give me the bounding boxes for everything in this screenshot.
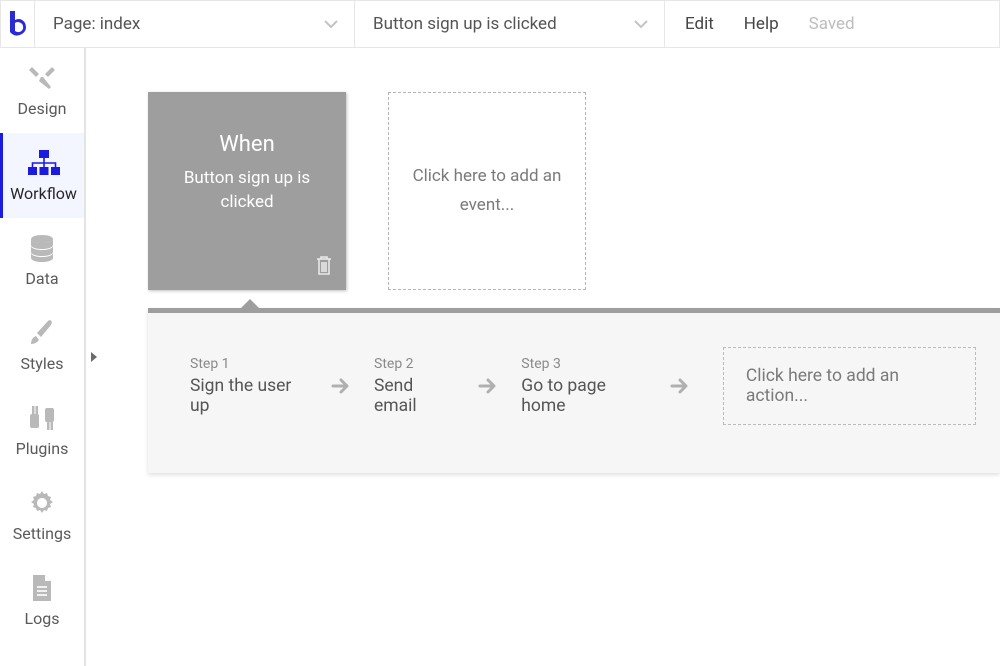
saved-status: Saved xyxy=(809,14,855,34)
workflow-canvas: When Button sign up is clicked Click her… xyxy=(102,48,1000,666)
sidebar-item-styles[interactable]: Styles xyxy=(0,303,84,388)
add-event-label: Click here to add an event... xyxy=(411,162,563,220)
sidebar-item-workflow[interactable]: Workflow xyxy=(0,133,84,218)
add-action-card[interactable]: Click here to add an action... xyxy=(723,347,976,425)
sidebar-item-label: Styles xyxy=(21,354,64,373)
event-card[interactable]: When Button sign up is clicked xyxy=(148,92,346,290)
sidebar-item-label: Data xyxy=(25,269,58,288)
sidebar-item-label: Settings xyxy=(13,524,71,543)
brush-icon xyxy=(28,318,56,348)
top-actions: Edit Help Saved xyxy=(665,1,855,47)
top-bar: Page: index Button sign up is clicked Ed… xyxy=(0,0,1000,48)
chevron-down-icon xyxy=(324,19,338,29)
page-selector-label: Page: index xyxy=(53,14,140,34)
arrow-right-icon xyxy=(669,375,691,397)
action-step[interactable]: Step 1 Sign the user up xyxy=(190,356,308,416)
events-row: When Button sign up is clicked Click her… xyxy=(148,92,1000,290)
step-title: Sign the user up xyxy=(190,376,308,416)
sidebar-item-design[interactable]: Design xyxy=(0,48,84,133)
add-event-card[interactable]: Click here to add an event... xyxy=(388,92,586,290)
sidebar-item-label: Plugins xyxy=(16,439,69,458)
workflow-selector-dropdown[interactable]: Button sign up is clicked xyxy=(355,1,665,47)
event-when-label: When xyxy=(166,132,328,157)
arrow-right-icon xyxy=(330,375,352,397)
app-logo xyxy=(1,1,35,47)
sidebar-item-logs[interactable]: Logs xyxy=(0,558,84,643)
step-number: Step 2 xyxy=(374,356,455,372)
page-selector-dropdown[interactable]: Page: index xyxy=(35,1,355,47)
workflow-icon xyxy=(27,148,61,178)
gear-icon xyxy=(28,488,56,518)
sidebar-item-data[interactable]: Data xyxy=(0,218,84,303)
workflow-selector-label: Button sign up is clicked xyxy=(373,14,557,34)
add-action-label: Click here to add an action... xyxy=(746,366,899,406)
action-step[interactable]: Step 3 Go to page home xyxy=(521,356,647,416)
sidebar-item-plugins[interactable]: Plugins xyxy=(0,388,84,473)
sidebar-item-label: Logs xyxy=(25,609,60,628)
step-number: Step 3 xyxy=(521,356,647,372)
design-icon xyxy=(27,63,57,93)
trash-icon[interactable] xyxy=(314,254,334,280)
sidebar: Design Workflow Data xyxy=(0,48,86,666)
step-title: Send email xyxy=(374,376,455,416)
event-description: Button sign up is clicked xyxy=(166,167,328,215)
plug-icon xyxy=(27,403,57,433)
actions-strip: Step 1 Sign the user up Step 2 Send emai… xyxy=(148,308,1000,473)
help-menu[interactable]: Help xyxy=(744,14,779,34)
sidebar-item-label: Workflow xyxy=(10,184,77,203)
chevron-down-icon xyxy=(634,19,648,29)
step-title: Go to page home xyxy=(521,376,647,416)
database-icon xyxy=(29,233,55,263)
step-number: Step 1 xyxy=(190,356,308,372)
sidebar-item-settings[interactable]: Settings xyxy=(0,473,84,558)
action-step[interactable]: Step 2 Send email xyxy=(374,356,455,416)
sidebar-expand-handle[interactable] xyxy=(86,48,102,666)
file-icon xyxy=(31,573,53,603)
sidebar-item-label: Design xyxy=(18,99,67,118)
arrow-right-icon xyxy=(477,375,499,397)
edit-menu[interactable]: Edit xyxy=(685,14,714,34)
